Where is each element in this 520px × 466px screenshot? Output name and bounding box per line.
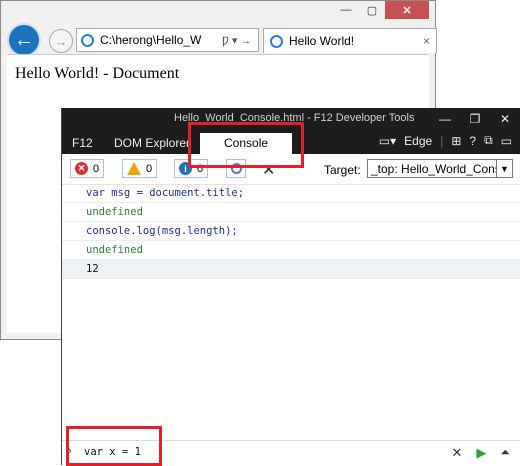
window-controls: — ▢ ✕ [333, 1, 429, 19]
devtools-toolbar-icons: ▭▾ Edge | ⊞ ? ⧉ ▭ [379, 133, 512, 148]
devtools-window: Hello_World_Console.html - F12 Developer… [62, 108, 520, 465]
ie-tab-icon [270, 34, 283, 48]
info-count: 0 [197, 162, 204, 175]
help-icon[interactable]: ? [469, 134, 476, 148]
address-bar[interactable]: C:\herong\Hello_W Ƿ ▾ → [76, 28, 259, 52]
document-mode-label[interactable]: Edge [404, 134, 432, 148]
clear-on-navigate-button[interactable] [226, 159, 246, 178]
emulation-icon[interactable]: ▭▾ [379, 134, 396, 148]
maximize-button[interactable]: ▢ [359, 1, 385, 19]
tab-dom-explorer[interactable]: DOM Explorer [114, 133, 190, 154]
console-toggle-icon[interactable]: ⊞ [451, 134, 461, 148]
devtools-window-controls: — ❐ ✕ [430, 108, 520, 130]
target-label: Target: [324, 163, 361, 177]
warnings-filter-button[interactable]: 0 [122, 159, 158, 178]
back-button[interactable]: ← [9, 25, 39, 55]
console-line: undefined [62, 203, 520, 222]
errors-filter-button[interactable]: ✕ 0 [70, 159, 105, 178]
messages-filter-button[interactable]: i 0 [174, 159, 209, 178]
devtools-minimize-button[interactable]: — [430, 108, 460, 130]
document-text: Hello World! - Document [15, 65, 180, 82]
target-value: _top: Hello_World_Cons [371, 161, 496, 176]
devtools-titlebar: Hello_World_Console.html - F12 Developer… [62, 108, 520, 130]
error-icon: ✕ [75, 162, 88, 175]
tab-close-icon[interactable]: × [423, 34, 430, 48]
separator: | [440, 133, 444, 148]
back-arrow-icon: ← [14, 28, 34, 51]
forward-button[interactable]: → [49, 29, 73, 53]
console-input-buttons: ✕ ▶ ⏶ [451, 445, 510, 461]
minimize-button[interactable]: — [333, 1, 359, 19]
undock-icon[interactable]: ⧉ [484, 133, 493, 148]
console-line: var msg = document.title; [62, 184, 520, 203]
address-tools[interactable]: Ƿ ▾ → [222, 34, 251, 47]
tab-console[interactable]: Console [200, 133, 293, 154]
devtools-title: Hello_World_Console.html - F12 Developer… [174, 112, 415, 124]
console-input-text[interactable]: var x = 1 [84, 446, 141, 458]
devtools-restore-button[interactable]: ❐ [460, 108, 490, 130]
ie-page-icon [81, 33, 94, 47]
forward-arrow-icon: → [54, 33, 68, 49]
expand-icon[interactable]: ⏶ [500, 445, 510, 461]
clear-console-icon[interactable]: ✕ [262, 160, 275, 180]
target-select[interactable]: _top: Hello_World_Cons ▼ [367, 159, 513, 178]
run-icon[interactable]: ▶ [476, 445, 486, 461]
browser-tab[interactable]: Hello World! × [263, 28, 437, 53]
warning-count: 0 [146, 162, 153, 175]
console-line: undefined [62, 241, 520, 260]
console-input[interactable]: › var x = 1 ✕ ▶ ⏶ [62, 440, 520, 465]
dock-icon[interactable]: ▭ [501, 134, 512, 148]
devtools-toolbar: F12 DOM Explorer Console ▭▾ Edge | ⊞ ? ⧉… [62, 130, 520, 154]
error-count: 0 [93, 162, 100, 175]
tab-f12[interactable]: F12 [72, 133, 93, 154]
no-clear-icon [230, 163, 242, 174]
clear-input-icon[interactable]: ✕ [451, 445, 462, 461]
close-button[interactable]: ✕ [385, 1, 429, 19]
devtools-close-button[interactable]: ✕ [490, 108, 520, 130]
prompt-icon: › [68, 445, 72, 457]
console-toolbar: ✕ 0 0 i 0 ✕ Target: _top: Hello_World_Co… [62, 154, 520, 185]
console-line: 12 [62, 260, 520, 279]
address-url[interactable]: C:\herong\Hello_W [100, 33, 220, 47]
warning-icon [127, 162, 141, 175]
chevron-down-icon[interactable]: ▼ [496, 160, 512, 177]
tab-title: Hello World! [289, 34, 355, 48]
console-line: console.log(msg.length); [62, 222, 520, 241]
info-icon: i [179, 162, 192, 175]
console-output: var msg = document.title; undefined cons… [62, 184, 520, 279]
